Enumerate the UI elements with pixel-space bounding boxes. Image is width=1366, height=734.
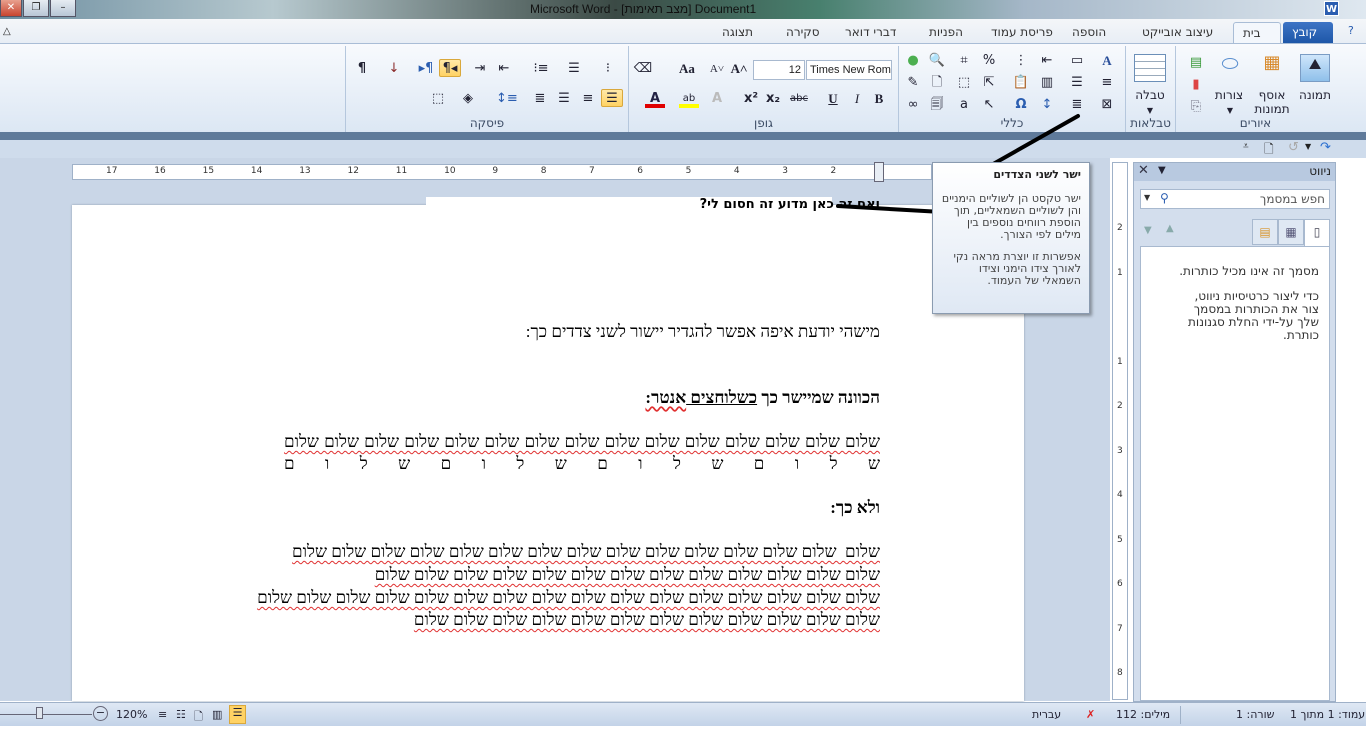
bottom-strip xyxy=(0,726,1366,734)
close-pane-icon[interactable]: ✕ xyxy=(1138,163,1149,178)
nav-message-instructions: כדי ליצור כרטיסיות ניווט, צור את הכותרות… xyxy=(1188,289,1319,342)
search-icon[interactable]: ⚲ xyxy=(1160,191,1169,205)
status-divider xyxy=(1180,706,1181,724)
navigation-pane: ניווט ✕ ▼ חפש במסמך ⚲ ▼ ▼ ▲ ▤ ▦ ▯ מסמך ז… xyxy=(1133,162,1336,702)
draft-view-icon[interactable]: ≡ xyxy=(158,708,167,721)
status-bar: עמוד: 1 מתוך 1 שורה: 1 מילים: 112 ✗ עברי… xyxy=(0,702,1366,726)
search-placeholder: חפש במסמך xyxy=(1259,192,1325,206)
tab-results[interactable]: ▯ xyxy=(1304,219,1330,247)
status-line[interactable]: שורה: 1 xyxy=(1236,708,1274,721)
pane-menu-icon[interactable]: ▼ xyxy=(1158,165,1166,176)
zoom-slider[interactable] xyxy=(0,714,92,715)
tab-pages[interactable]: ▦ xyxy=(1278,219,1304,245)
zoom-slider-thumb[interactable] xyxy=(36,707,43,719)
status-page[interactable]: עמוד: 1 מתוך 1 xyxy=(1290,708,1365,721)
right-margin xyxy=(1338,162,1366,702)
web-layout-icon[interactable]: 🗋 xyxy=(194,708,203,727)
full-screen-reading-icon[interactable]: ▥ xyxy=(212,708,222,721)
proofing-icon[interactable]: ✗ xyxy=(1086,708,1095,721)
print-layout-button[interactable]: ☰ xyxy=(229,705,246,724)
status-language[interactable]: עברית xyxy=(1032,708,1061,721)
nav-message-no-headings: מסמך זה אינו מכיל כותרות. xyxy=(1179,264,1319,278)
search-options-icon[interactable]: ▼ xyxy=(1144,193,1150,202)
tooltip-body-2: אפשרות זו יוצרת מראה נקי לאורך צידו הימנ… xyxy=(953,250,1081,287)
zoom-level[interactable]: 120% xyxy=(116,708,147,721)
previous-result-icon[interactable]: ▼ xyxy=(1144,225,1152,236)
next-result-icon[interactable]: ▲ xyxy=(1166,223,1174,234)
tooltip-title: ישר לשני הצדדים xyxy=(993,168,1081,181)
nav-pane-content: מסמך זה אינו מכיל כותרות. כדי ליצור כרטי… xyxy=(1140,246,1330,701)
tooltip-body-1: ישר טקסט הן לשוליים הימניים והן לשוליים … xyxy=(941,192,1081,241)
tab-headings[interactable]: ▤ xyxy=(1252,219,1278,245)
justify-tooltip: ישר לשני הצדדים ישר טקסט הן לשוליים הימנ… xyxy=(932,162,1090,314)
annotation-line-text xyxy=(836,204,944,214)
nav-pane-title: ניווט xyxy=(1309,164,1331,178)
zoom-out-button[interactable]: − xyxy=(93,706,108,721)
status-words[interactable]: מילים: 112 xyxy=(1116,708,1170,721)
outline-view-icon[interactable]: ☷ xyxy=(176,708,186,721)
